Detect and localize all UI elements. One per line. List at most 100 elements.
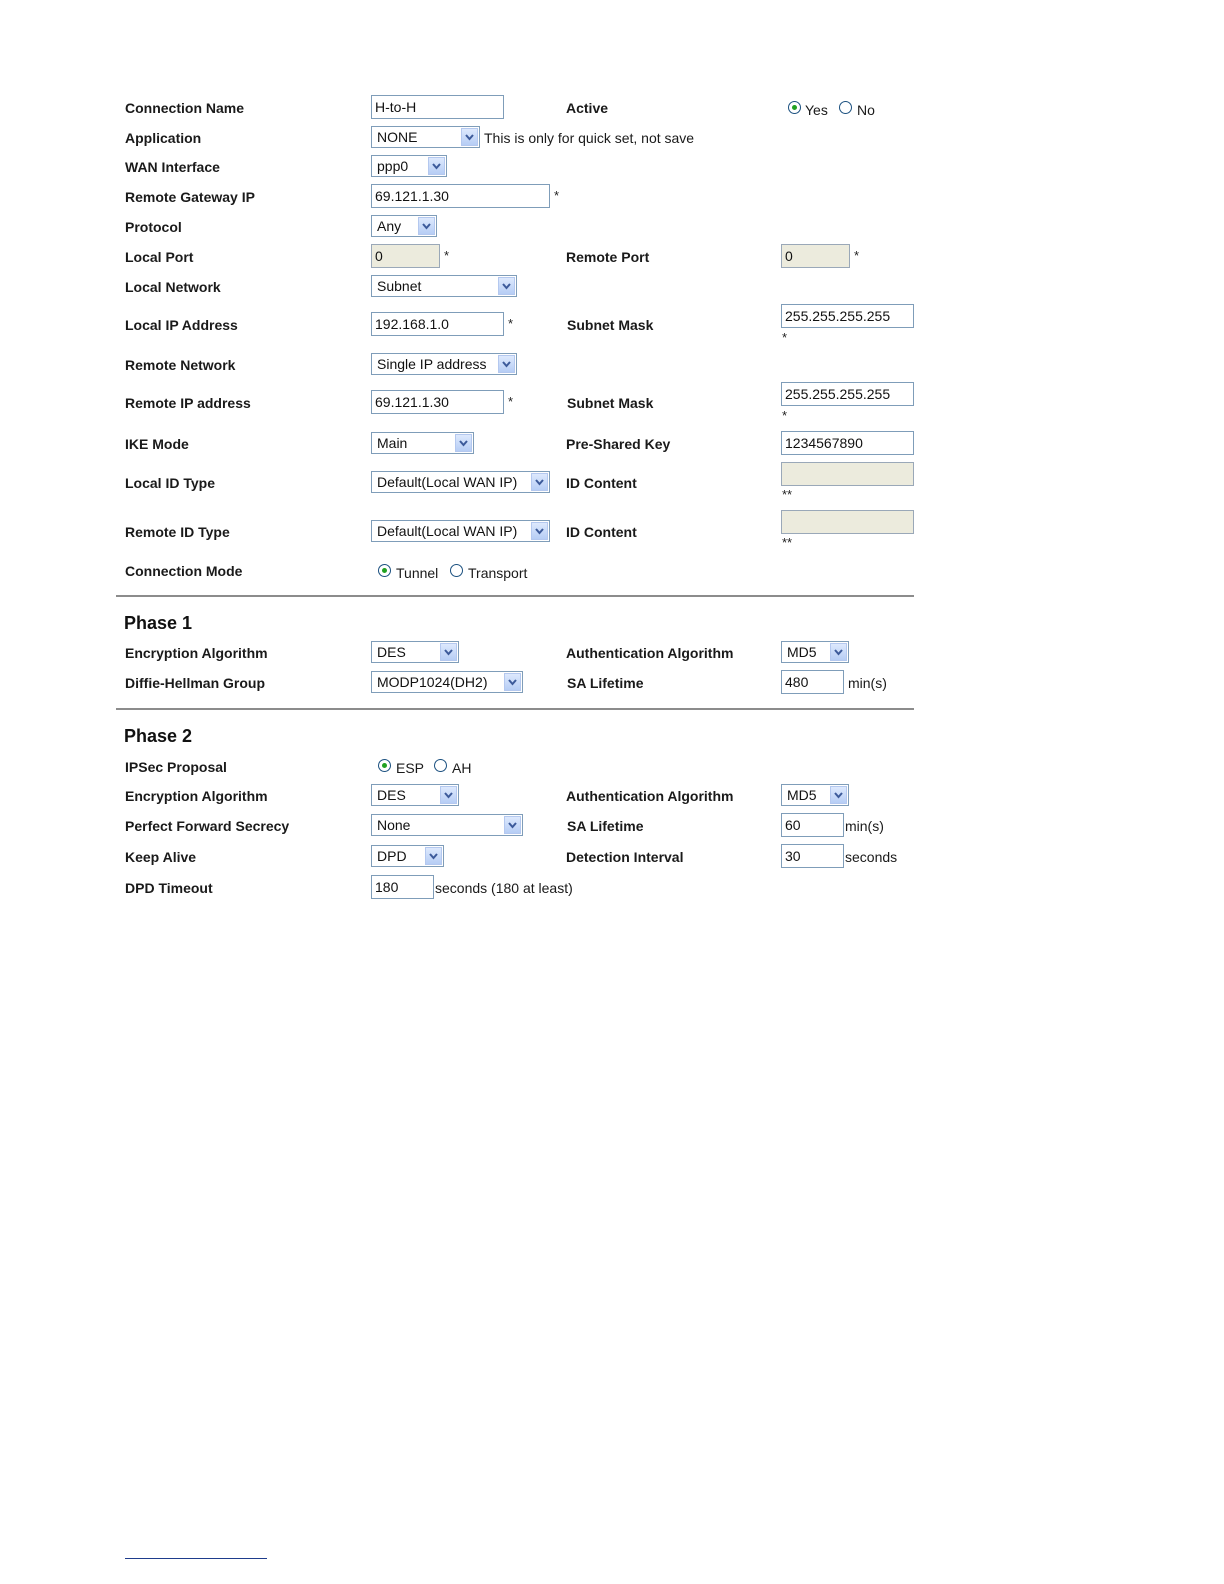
remote-subnet-mask-label: Subnet Mask	[567, 395, 654, 411]
footnote-rule	[125, 1558, 267, 1559]
ipsec-proposal-ah-radio[interactable]	[434, 759, 447, 772]
pfs-label: Perfect Forward Secrecy	[125, 818, 290, 834]
dpd-timeout-unit: seconds (180 at least)	[435, 880, 573, 896]
dpd-timeout-label: DPD Timeout	[125, 880, 213, 896]
local-network-select[interactable]: Subnet	[371, 275, 517, 297]
pfs-select[interactable]: None	[371, 814, 523, 836]
connection-mode-transport-radio[interactable]	[450, 564, 463, 577]
chevron-down-icon	[498, 277, 515, 295]
required-marker: *	[444, 248, 450, 263]
keep-alive-select[interactable]: DPD	[371, 845, 444, 867]
remote-network-select[interactable]: Single IP address	[371, 353, 517, 375]
pfs-value: None	[377, 817, 411, 833]
phase2-authentication-algorithm-value: MD5	[787, 787, 817, 803]
phase2-encryption-algorithm-select[interactable]: DES	[371, 784, 459, 806]
remote-id-content-input[interactable]	[781, 510, 914, 534]
local-subnet-mask-input[interactable]: 255.255.255.255	[781, 304, 914, 328]
detection-interval-label: Detection Interval	[566, 849, 684, 865]
chevron-down-icon	[830, 643, 847, 661]
protocol-select-value: Any	[377, 218, 402, 234]
connection-mode-transport-label: Transport	[468, 565, 528, 581]
local-port-input[interactable]: 0	[371, 244, 440, 268]
chevron-down-icon	[830, 786, 847, 804]
phase2-sa-lifetime-label: SA Lifetime	[567, 818, 644, 834]
local-ip-address-label: Local IP Address	[125, 317, 238, 333]
phase1-title: Phase 1	[124, 613, 193, 633]
required-marker: *	[508, 394, 514, 409]
required-marker: *	[554, 188, 560, 203]
phase1-sa-lifetime-label: SA Lifetime	[567, 675, 644, 691]
chevron-down-icon	[461, 128, 478, 146]
phase1-authentication-algorithm-select[interactable]: MD5	[781, 641, 849, 663]
phase2-authentication-algorithm-select[interactable]: MD5	[781, 784, 849, 806]
phase2-title: Phase 2	[124, 726, 193, 746]
protocol-select[interactable]: Any	[371, 215, 437, 237]
wan-interface-label: WAN Interface	[125, 159, 220, 175]
keep-alive-value: DPD	[377, 848, 407, 864]
phase1-encryption-algorithm-select[interactable]: DES	[371, 641, 459, 663]
connection-name-input[interactable]: H-to-H	[371, 95, 504, 119]
chevron-down-icon	[504, 673, 521, 691]
required-marker: *	[782, 330, 788, 345]
ike-mode-select[interactable]: Main	[371, 432, 474, 454]
phase1-sa-lifetime-input[interactable]: 480	[781, 670, 844, 694]
chevron-down-icon	[425, 847, 442, 865]
remote-network-select-value: Single IP address	[377, 356, 487, 372]
remote-ip-address-input[interactable]: 69.121.1.30	[371, 390, 504, 414]
protocol-label: Protocol	[125, 219, 182, 235]
wan-interface-select[interactable]: ppp0	[371, 155, 447, 177]
remote-port-input[interactable]: 0	[781, 244, 850, 268]
chevron-down-icon	[440, 786, 457, 804]
remote-gateway-ip-input[interactable]: 69.121.1.30	[371, 184, 550, 208]
remote-id-content-label: ID Content	[566, 524, 637, 540]
local-subnet-mask-label: Subnet Mask	[567, 317, 654, 333]
local-id-type-select[interactable]: Default(Local WAN IP)	[371, 471, 550, 493]
chevron-down-icon	[418, 217, 435, 235]
local-id-content-label: ID Content	[566, 475, 637, 491]
ipsec-proposal-esp-radio[interactable]	[378, 759, 391, 772]
pre-shared-key-input[interactable]: 1234567890	[781, 431, 914, 455]
remote-ip-address-label: Remote IP address	[125, 395, 251, 411]
phase1-sa-lifetime-unit: min(s)	[848, 675, 887, 691]
required-marker: **	[782, 535, 793, 550]
wan-interface-select-value: ppp0	[377, 158, 409, 174]
required-marker: *	[854, 248, 860, 263]
keep-alive-label: Keep Alive	[125, 849, 197, 865]
required-marker: **	[782, 487, 793, 502]
chevron-down-icon	[440, 643, 457, 661]
phase2-sa-lifetime-input[interactable]: 60	[781, 813, 844, 837]
remote-subnet-mask-input[interactable]: 255.255.255.255	[781, 382, 914, 406]
local-port-label: Local Port	[125, 249, 194, 265]
remote-id-type-select[interactable]: Default(Local WAN IP)	[371, 520, 550, 542]
phase1-encryption-algorithm-label: Encryption Algorithm	[125, 645, 268, 661]
dpd-timeout-input[interactable]: 180	[371, 875, 434, 899]
application-note: This is only for quick set, not save	[484, 130, 695, 146]
application-select-value: NONE	[377, 129, 418, 145]
connection-mode-tunnel-radio[interactable]	[378, 564, 391, 577]
chevron-down-icon	[504, 816, 521, 834]
phase2-sa-lifetime-unit: min(s)	[845, 818, 884, 834]
phase1-encryption-algorithm-value: DES	[377, 644, 406, 660]
chevron-down-icon	[531, 522, 548, 540]
connection-mode-tunnel-label: Tunnel	[396, 565, 439, 581]
detection-interval-input[interactable]: 30	[781, 844, 844, 868]
active-label: Active	[566, 100, 609, 116]
connection-mode-label: Connection Mode	[125, 563, 243, 579]
chevron-down-icon	[498, 355, 515, 373]
local-network-label: Local Network	[125, 279, 221, 295]
required-marker: *	[782, 408, 788, 423]
remote-id-type-select-value: Default(Local WAN IP)	[377, 523, 518, 539]
local-id-type-select-value: Default(Local WAN IP)	[377, 474, 518, 490]
phase1-dh-group-value: MODP1024(DH2)	[377, 674, 488, 690]
active-yes-radio[interactable]	[788, 101, 801, 114]
pre-shared-key-label: Pre-Shared Key	[566, 436, 671, 452]
local-ip-address-input[interactable]: 192.168.1.0	[371, 312, 504, 336]
ike-mode-select-value: Main	[377, 435, 408, 451]
required-marker: *	[508, 316, 514, 331]
remote-network-label: Remote Network	[125, 357, 236, 373]
application-select[interactable]: NONE	[371, 126, 480, 148]
phase1-authentication-algorithm-value: MD5	[787, 644, 817, 660]
phase1-dh-group-select[interactable]: MODP1024(DH2)	[371, 671, 523, 693]
local-id-content-input[interactable]	[781, 462, 914, 486]
active-no-radio[interactable]	[839, 101, 852, 114]
